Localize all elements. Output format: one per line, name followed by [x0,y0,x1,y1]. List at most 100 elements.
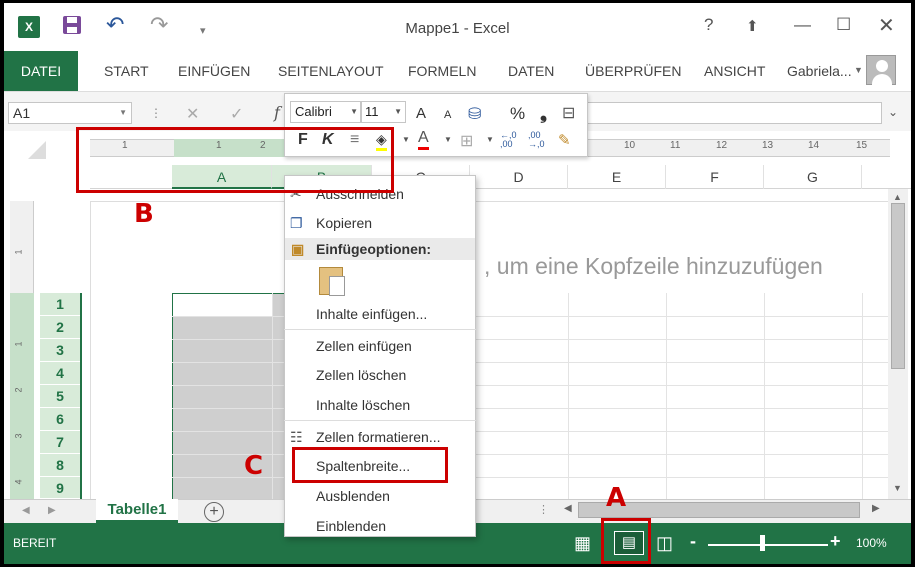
ruler-tick: 12 [716,140,728,151]
chevron-down-icon[interactable]: ▼ [402,135,410,144]
menu-divider [284,329,476,330]
window-title: Mappe1 - Excel [405,20,510,37]
maximize-icon[interactable]: ☐ [836,15,851,35]
menu-item-label: Kopieren [316,215,373,231]
row-header[interactable]: 7 [40,431,80,454]
row-header[interactable]: 5 [40,385,80,408]
menu-item-kopieren[interactable]: ❐ Kopieren [284,210,476,236]
expand-formula-bar-icon[interactable]: ⌄ [888,105,898,119]
ruler-tick: 13 [762,140,774,151]
decrease-decimal-icon[interactable]: ,00 →,0 [528,131,552,149]
excel-window: X ↶ ↷ ▾ Mappe1 - Excel ? ⬆ — ☐ ✕ DATEI S… [4,3,911,564]
row-header[interactable]: 2 [40,316,80,339]
row-header[interactable]: 3 [40,339,80,362]
zoom-in-icon[interactable]: + [830,531,841,552]
font-color-icon[interactable]: A [418,129,429,150]
merge-center-icon[interactable]: ⊟ [562,103,575,123]
ruler-tick: 3 [13,433,24,439]
tab-formeln[interactable]: FORMELN [408,51,476,91]
ribbon-display-options-icon[interactable]: ⬆ [746,17,759,35]
tab-daten[interactable]: DATEN [508,51,554,91]
menu-item-label: Einblenden [316,518,387,534]
menu-divider [284,420,476,421]
tab-einfuegen[interactable]: EINFÜGEN [178,51,250,91]
user-account-name[interactable]: Gabriela... [787,51,852,91]
ruler-tick: 11 [670,140,681,151]
close-icon[interactable]: ✕ [878,13,895,38]
font-name-select[interactable]: Calibri ▼ [290,101,362,123]
cancel-formula-icon[interactable]: ✕ [186,104,199,124]
row-header[interactable]: 4 [40,362,80,385]
comma-style-icon[interactable]: ❟ [540,103,547,124]
menu-item-label: Einfügeoptionen: [316,241,432,257]
chevron-down-icon[interactable]: ▼ [119,103,127,123]
tab-scroll-right-icon[interactable]: ▶ [48,505,56,516]
chevron-down-icon[interactable]: ▼ [394,102,402,122]
ruler-tick: 1 [13,249,24,255]
name-box-value: A1 [13,105,31,121]
paste-option-icon[interactable] [319,267,345,296]
page-break-view-icon[interactable]: ◫ [656,533,673,554]
column-header-f[interactable]: F [666,165,764,189]
menu-item-inhalte-einfuegen[interactable]: Inhalte einfügen... [284,301,476,327]
font-name-value: Calibri [295,104,332,119]
column-header-e[interactable]: E [568,165,666,189]
add-sheet-icon[interactable]: + [204,502,224,522]
normal-view-icon[interactable]: ▦ [574,533,591,554]
row-header[interactable]: 9 [40,477,80,499]
scroll-up-icon[interactable]: ▲ [893,192,902,202]
menu-item-inhalte-loeschen[interactable]: Inhalte löschen [284,392,476,418]
header-placeholder-text[interactable]: , um eine Kopfzeile hinzuzufügen [484,253,823,280]
zoom-slider-thumb[interactable] [760,535,765,551]
minimize-icon[interactable]: — [794,15,811,35]
menu-item-einblenden[interactable]: Einblenden [284,513,476,539]
zoom-slider[interactable] [708,544,828,546]
insert-function-icon[interactable]: f [274,103,280,122]
decrease-font-size-icon[interactable]: A [444,109,451,121]
more-icon[interactable]: ⋮ [538,503,549,516]
chevron-down-icon[interactable]: ▼ [350,102,358,122]
tab-start[interactable]: START [104,51,149,91]
format-painter-icon[interactable]: ✎ [558,131,571,149]
tab-scroll-left-icon[interactable]: ◀ [22,505,30,516]
scrollbar-thumb[interactable] [891,203,905,369]
percent-style-icon[interactable]: % [510,104,525,124]
grid-line [172,385,892,386]
accounting-format-icon[interactable]: ⛁ [468,104,481,124]
chevron-down-icon[interactable]: ▼ [854,65,863,75]
menu-item-zellen-loeschen[interactable]: Zellen löschen [284,362,476,388]
annotation-box-c [292,447,448,483]
name-box[interactable]: A1 ▼ [8,102,132,124]
help-icon[interactable]: ? [704,15,713,35]
zoom-level[interactable]: 100% [856,536,887,550]
increase-decimal-icon[interactable]: ←,0 ,00 [500,131,524,149]
borders-icon[interactable]: ⊞ [460,131,473,151]
more-icon[interactable]: ⋮ [150,106,162,120]
tab-ueberpruefen[interactable]: ÜBERPRÜFEN [585,51,681,91]
font-size-select[interactable]: 11 ▼ [360,101,406,123]
scroll-left-icon[interactable]: ◀ [564,503,572,514]
chevron-down-icon[interactable]: ▼ [486,135,494,144]
menu-item-zellen-einfuegen[interactable]: Zellen einfügen [284,333,476,359]
column-header-g[interactable]: G [764,165,862,189]
menu-item-ausblenden[interactable]: Ausblenden [284,483,476,509]
select-all-button[interactable] [28,141,46,159]
row-header[interactable]: 8 [40,454,80,477]
tab-datei[interactable]: DATEI [4,51,78,91]
scroll-down-icon[interactable]: ▼ [893,483,902,493]
active-cell[interactable] [173,294,273,316]
column-header-d[interactable]: D [470,165,568,189]
row-header[interactable]: 1 [40,293,80,316]
chevron-down-icon[interactable]: ▼ [444,135,452,144]
grid-line [172,316,892,317]
sheet-tab[interactable]: Tabelle1 [96,499,178,523]
enter-formula-icon[interactable]: ✓ [230,104,243,124]
increase-font-size-icon[interactable]: A [416,105,426,122]
avatar[interactable] [866,55,896,86]
zoom-out-icon[interactable]: - [690,531,696,552]
row-header[interactable]: 6 [40,408,80,431]
grid-line [666,293,667,503]
tab-seitenlayout[interactable]: SEITENLAYOUT [278,51,384,91]
tab-ansicht[interactable]: ANSICHT [704,51,765,91]
scroll-right-icon[interactable]: ▶ [872,503,880,514]
